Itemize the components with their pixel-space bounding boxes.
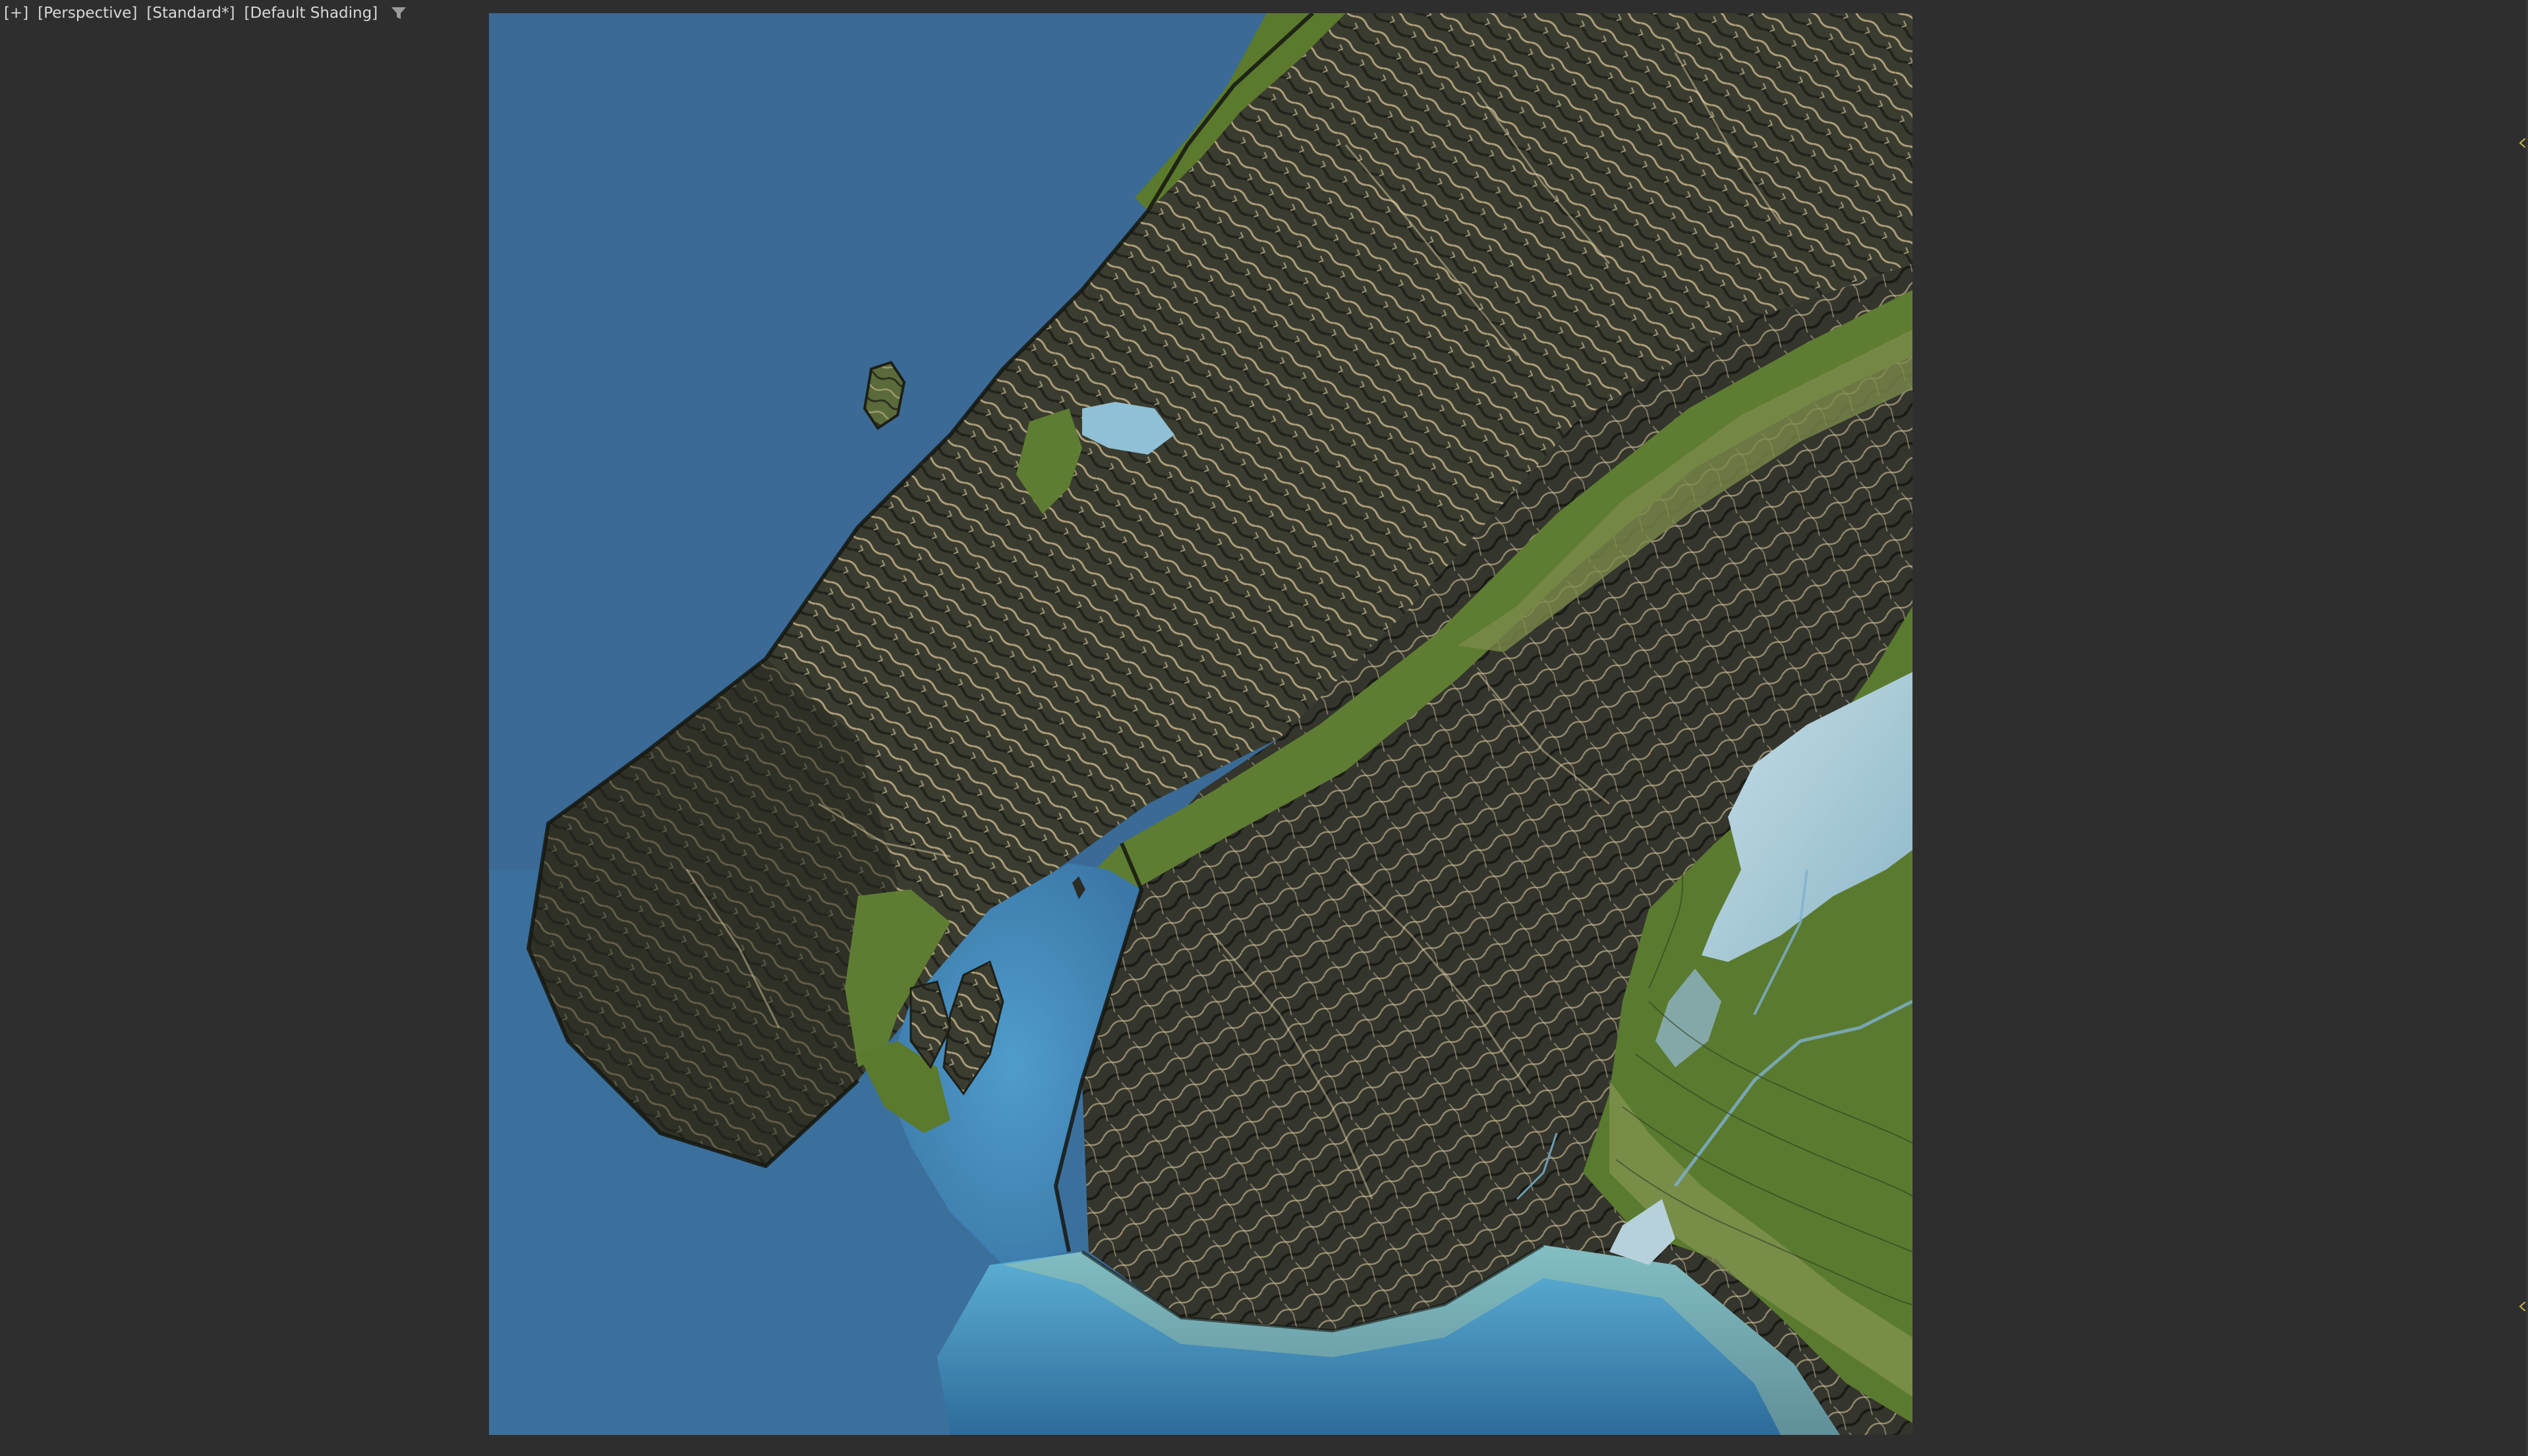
edge-marker-top-icon [2519,138,2525,148]
viewport-view-menu[interactable]: [Perspective] [38,5,137,22]
viewport-shading-menu[interactable]: [Default Shading] [244,5,378,22]
filter-icon[interactable] [389,4,408,22]
viewport-mode-menu[interactable]: [Standard*] [146,5,235,22]
edge-marker-bottom-icon [2519,1302,2525,1311]
viewport-plus-menu[interactable]: [+] [4,5,28,22]
terrain-map [489,13,1912,1435]
terrain-render[interactable] [489,13,1912,1435]
viewport-label-bar: [+] [Perspective] [Standard*] [Default S… [0,0,408,26]
perspective-viewport[interactable]: [+] [Perspective] [Standard*] [Default S… [0,0,2528,1456]
